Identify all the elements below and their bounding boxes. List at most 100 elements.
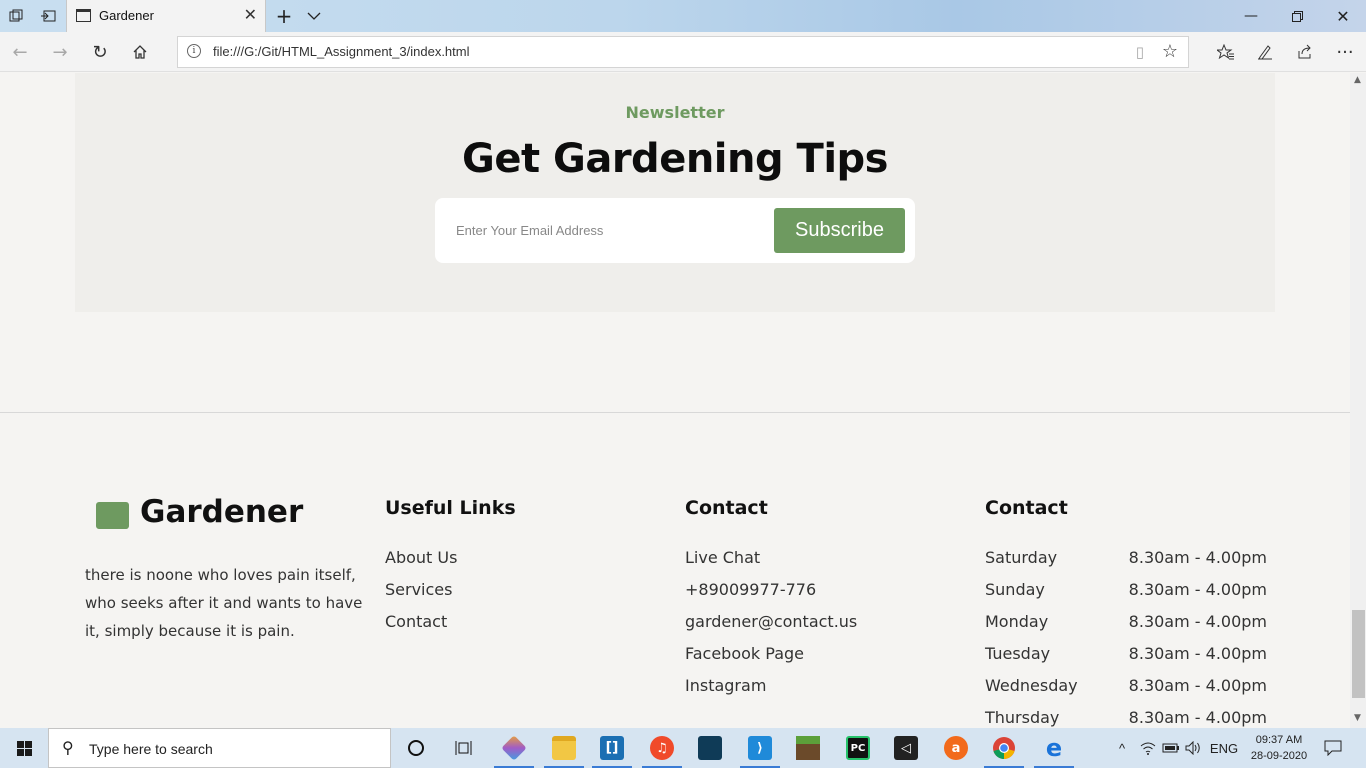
page-icon (76, 9, 91, 22)
hours-time: 8.30am - 4.00pm (1128, 708, 1267, 727)
task-view-icon[interactable] (440, 728, 488, 768)
git-app-icon[interactable] (490, 728, 538, 768)
close-tab-icon[interactable]: ✕ (244, 5, 257, 24)
vscode-icon[interactable]: ⟩ (736, 728, 784, 768)
hours-time: 8.30am - 4.00pm (1128, 580, 1267, 599)
hours-day: Tuesday (985, 644, 1051, 663)
browser-tab[interactable]: Gardener ✕ (66, 0, 266, 32)
favorites-icon[interactable] (1210, 36, 1242, 68)
newsletter-kicker: Newsletter (625, 103, 725, 122)
taskbar-clock[interactable]: 09:37 AM 28-09-2020 (1242, 732, 1316, 764)
home-icon[interactable] (124, 36, 156, 68)
battery-icon[interactable] (1160, 728, 1182, 768)
page-scrollbar[interactable]: ▲ ▼ (1350, 73, 1366, 728)
unity-icon[interactable]: ◁ (882, 728, 930, 768)
hours-row: Thursday 8.30am - 4.00pm (985, 703, 1267, 728)
scroll-thumb[interactable] (1352, 610, 1365, 698)
browser-navbar: ← → ↻ i file:///G:/Git/HTML_Assignment_3… (0, 32, 1366, 72)
hours-day: Wednesday (985, 676, 1078, 695)
footer-about-text: there is noone who loves pain itself, wh… (85, 566, 363, 640)
contact-list: Live Chat +89009977-776 gardener@contact… (685, 543, 857, 703)
minecraft-icon[interactable] (784, 728, 832, 768)
hours-day: Thursday (985, 708, 1060, 727)
address-bar[interactable]: i file:///G:/Git/HTML_Assignment_3/index… (177, 36, 1189, 68)
search-icon: ⚲ (62, 738, 74, 757)
footer-divider (0, 412, 1350, 413)
hours-row: Monday 8.30am - 4.00pm (985, 607, 1267, 639)
scroll-down-icon[interactable]: ▼ (1354, 713, 1361, 723)
newsletter-form: Subscribe (435, 198, 915, 263)
forward-icon[interactable]: → (44, 36, 76, 68)
restore-icon[interactable] (1274, 0, 1320, 32)
email-input[interactable] (445, 210, 775, 250)
clock-date: 28-09-2020 (1250, 750, 1308, 762)
useful-links-list: About Us Services Contact (385, 543, 457, 639)
footer-link-contact[interactable]: Contact (385, 607, 457, 639)
contact-instagram[interactable]: Instagram (685, 671, 857, 703)
edge-icon[interactable]: e (1030, 728, 1078, 768)
scroll-up-icon[interactable]: ▲ (1354, 75, 1361, 85)
editor-app-icon[interactable] (686, 728, 734, 768)
tab-list-chevron-down-icon[interactable] (298, 0, 330, 32)
hours-row: Saturday 8.30am - 4.00pm (985, 543, 1267, 575)
browser-titlebar: Gardener ✕ + — ✕ (0, 0, 1366, 32)
hours-day: Monday (985, 612, 1049, 631)
windows-taskbar: ⚲ Type here to search [] ♫ ⟩ PC ◁ a e ^ … (0, 728, 1366, 768)
favorite-star-icon[interactable]: ☆ (1162, 41, 1178, 62)
subscribe-button[interactable]: Subscribe (774, 208, 905, 253)
notification-center-icon[interactable] (1320, 728, 1346, 768)
footer-brand[interactable]: Gardener (140, 494, 303, 530)
hours-time: 8.30am - 4.00pm (1128, 644, 1267, 663)
brackets-app-icon[interactable]: [] (588, 728, 636, 768)
file-explorer-icon[interactable] (540, 728, 588, 768)
close-window-icon[interactable]: ✕ (1320, 0, 1366, 32)
language-indicator[interactable]: ENG (1207, 728, 1241, 768)
hours-time: 8.30am - 4.00pm (1128, 612, 1267, 631)
tab-set-aside-icon[interactable] (0, 0, 32, 32)
footer-link-about[interactable]: About Us (385, 543, 457, 575)
more-ellipsis-icon[interactable]: ··· (1329, 36, 1361, 68)
show-hidden-icons-icon[interactable]: ^ (1112, 728, 1132, 768)
cortana-icon[interactable] (392, 728, 440, 768)
back-icon[interactable]: ← (4, 36, 36, 68)
audio-app-icon[interactable]: ♫ (638, 728, 686, 768)
avast-icon[interactable]: a (932, 728, 980, 768)
newsletter-section: Newsletter Get Gardening Tips Subscribe (75, 73, 1275, 312)
contact-phone[interactable]: +89009977-776 (685, 575, 857, 607)
hours-time: 8.30am - 4.00pm (1128, 548, 1267, 567)
logo-icon[interactable] (96, 502, 129, 529)
useful-links-title: Useful Links (385, 497, 516, 519)
contact-live-chat[interactable]: Live Chat (685, 543, 857, 575)
hours-row: Tuesday 8.30am - 4.00pm (985, 639, 1267, 671)
chrome-icon[interactable] (980, 728, 1028, 768)
address-text[interactable]: file:///G:/Git/HTML_Assignment_3/index.h… (213, 44, 469, 59)
footer-link-services[interactable]: Services (385, 575, 457, 607)
refresh-icon[interactable]: ↻ (84, 36, 116, 68)
tab-title: Gardener (99, 8, 154, 23)
tab-preview-icon[interactable] (32, 0, 64, 32)
hours-row: Sunday 8.30am - 4.00pm (985, 575, 1267, 607)
hours-row: Wednesday 8.30am - 4.00pm (985, 671, 1267, 703)
windows-logo-icon (16, 740, 32, 756)
wifi-icon[interactable] (1137, 728, 1159, 768)
contact-facebook[interactable]: Facebook Page (685, 639, 857, 671)
contact-title: Contact (685, 497, 768, 519)
hours-day: Sunday (985, 580, 1045, 599)
pen-icon[interactable] (1249, 36, 1281, 68)
reading-view-icon[interactable]: ▯ (1136, 43, 1144, 61)
page-content: Newsletter Get Gardening Tips Subscribe … (0, 73, 1350, 728)
new-tab-icon[interactable]: + (268, 0, 300, 32)
contact-email[interactable]: gardener@contact.us (685, 607, 857, 639)
search-placeholder: Type here to search (89, 741, 213, 757)
pycharm-icon[interactable]: PC (834, 728, 882, 768)
taskbar-search[interactable]: ⚲ Type here to search (48, 728, 391, 768)
minimize-icon[interactable]: — (1228, 0, 1274, 32)
share-icon[interactable] (1289, 36, 1321, 68)
newsletter-title: Get Gardening Tips (462, 136, 888, 182)
opening-hours-list: Saturday 8.30am - 4.00pm Sunday 8.30am - 4… (985, 543, 1267, 728)
volume-icon[interactable] (1183, 728, 1205, 768)
clock-time: 09:37 AM (1255, 734, 1303, 746)
start-button[interactable] (0, 728, 48, 768)
site-info-icon[interactable]: i (187, 44, 201, 58)
hours-title: Contact (985, 497, 1068, 519)
